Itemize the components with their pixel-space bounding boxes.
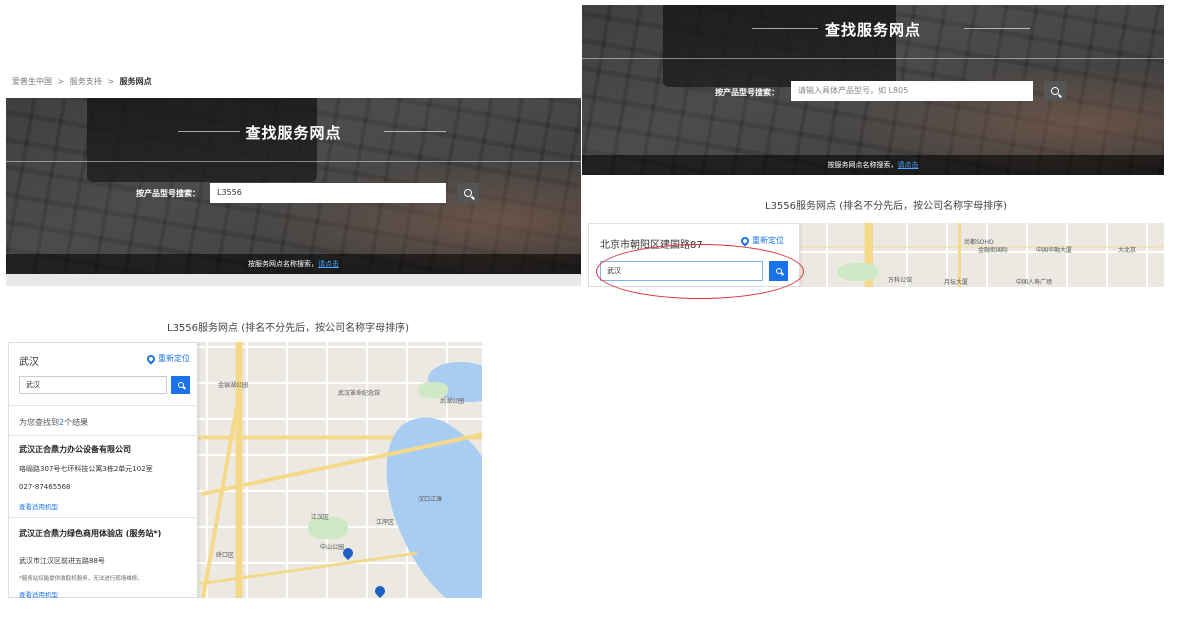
- bottom-bar-link[interactable]: 请点击: [318, 259, 339, 269]
- result-suffix: 个结果: [64, 418, 89, 427]
- hero-divider: [6, 161, 581, 162]
- product-search-button[interactable]: [457, 183, 479, 203]
- product-search-input[interactable]: 请输入具体产品型号，如 L805: [791, 81, 1033, 101]
- bottom-bar-text: 按服务网点名称搜索，: [827, 161, 898, 169]
- breadcrumb-support[interactable]: 服务支持: [70, 77, 102, 86]
- map-label: 中山公园: [320, 544, 345, 551]
- location-card-bottom: 武汉 重新定位 武汉 为您查找到2个结果 武汉正合鼎力办公设备有限公司 珞喻路3…: [8, 342, 199, 598]
- breadcrumb-home[interactable]: 爱普生中国: [12, 77, 52, 86]
- map-label: 金融街国际: [978, 247, 1009, 254]
- breadcrumb-separator: >: [107, 77, 115, 86]
- breadcrumb-current: 服务网点: [119, 77, 152, 86]
- title-line-right: [964, 28, 1030, 29]
- store-name: 武汉正合鼎力绿色商用体验店 (服务站*): [19, 529, 162, 538]
- title-line-right: [384, 131, 446, 132]
- map-label: 中国人寿广场: [1016, 279, 1053, 286]
- map-label: 后湖公园: [440, 398, 465, 405]
- store-phone: 027-87465568: [19, 483, 71, 491]
- store-address: 武汉市江汉区前进五路88号: [19, 557, 105, 565]
- result-count: 为您查找到2个结果: [19, 417, 88, 428]
- hero-title: 查找服务网点: [245, 124, 342, 142]
- divider: [9, 405, 199, 406]
- store-note: *服务站仅能提供收取机服务，无法进行现场维修。: [19, 576, 143, 582]
- results-caption: L3556服务网点 (排名不分先后，按公司名称字母排序): [765, 201, 1008, 212]
- results-caption: L3556服务网点 (排名不分先后，按公司名称字母排序): [167, 323, 410, 334]
- relocate-label: 重新定位: [752, 236, 784, 245]
- map-label: 金银湖公园: [218, 382, 249, 389]
- map-label: 月坛大厦: [944, 279, 969, 286]
- view-models-link[interactable]: 查看适用机型: [19, 589, 58, 598]
- hero-banner-left: 查找服务网点 按产品型号搜索： L3556 按服务网点名称搜索， 请点击: [6, 98, 581, 274]
- search-icon: [464, 189, 472, 197]
- map-marker-pin[interactable]: [372, 583, 388, 598]
- map-label: 江汉区: [311, 514, 330, 521]
- hero-banner-right: 查找服务网点 按产品型号搜索： 请输入具体产品型号，如 L805 按服务网点名称…: [582, 5, 1164, 175]
- map-park: [838, 263, 878, 281]
- breadcrumb: 爱普生中国 > 服务支持 > 服务网点: [12, 76, 155, 87]
- divider: [9, 435, 199, 436]
- search-icon: [177, 382, 184, 388]
- highlight-ellipse: [596, 244, 804, 299]
- store-name: 武汉正合鼎力办公设备有限公司: [19, 445, 131, 454]
- relocate-button[interactable]: 重新定位: [145, 352, 190, 365]
- store-address: 珞喻路307号七环科技公寓3栋2单元102室: [19, 465, 153, 473]
- map-label: 江岸区: [376, 519, 395, 526]
- location-pin-icon: [145, 352, 157, 365]
- map-label: 尚都SOHO: [964, 239, 994, 246]
- city-search-input[interactable]: 武汉: [19, 376, 167, 394]
- relocate-label: 重新定位: [158, 354, 190, 363]
- view-models-link[interactable]: 查看适用机型: [19, 501, 58, 511]
- hero-bottom-bar: 按服务网点名称搜索， 请点击: [6, 254, 581, 274]
- hero-title: 查找服务网点: [824, 21, 921, 39]
- search-icon: [1051, 87, 1059, 95]
- map-label: 硚口区: [216, 552, 235, 559]
- location-pin-icon: [739, 234, 751, 247]
- breadcrumb-separator: >: [57, 77, 65, 86]
- hero-divider: [582, 58, 1164, 59]
- map-bottom[interactable]: 金银湖公园 武汉革命纪念馆 中山公园 江汉区 江岸区 硚口区 汉口江滩 后湖公园…: [8, 342, 482, 598]
- current-city: 武汉: [19, 357, 39, 368]
- hero-bottom-bar: 按服务网点名称搜索， 请点击: [582, 155, 1164, 175]
- search-label: 按产品型号搜索：: [136, 189, 200, 198]
- bottom-bar-link[interactable]: 请点击: [898, 160, 919, 170]
- product-search-input[interactable]: L3556: [210, 183, 446, 203]
- divider: [9, 517, 199, 518]
- map-road: [200, 403, 240, 598]
- map-label: 汉口江滩: [418, 496, 443, 503]
- product-search-button[interactable]: [1044, 81, 1066, 101]
- relocate-button[interactable]: 重新定位: [739, 234, 784, 247]
- result-prefix: 为您查找到: [19, 418, 59, 427]
- map-label: 中国华融大厦: [1036, 247, 1073, 254]
- search-label: 按产品型号搜索：: [715, 88, 779, 97]
- bottom-bar-text: 按服务网点名称搜索，: [248, 260, 318, 268]
- map-label: 万科公馆: [888, 277, 913, 284]
- map-label: 大北京: [1118, 247, 1137, 254]
- map-label: 武汉革命纪念馆: [338, 390, 381, 397]
- city-search-button[interactable]: [171, 376, 190, 394]
- hero-shadow-strip: [6, 274, 581, 286]
